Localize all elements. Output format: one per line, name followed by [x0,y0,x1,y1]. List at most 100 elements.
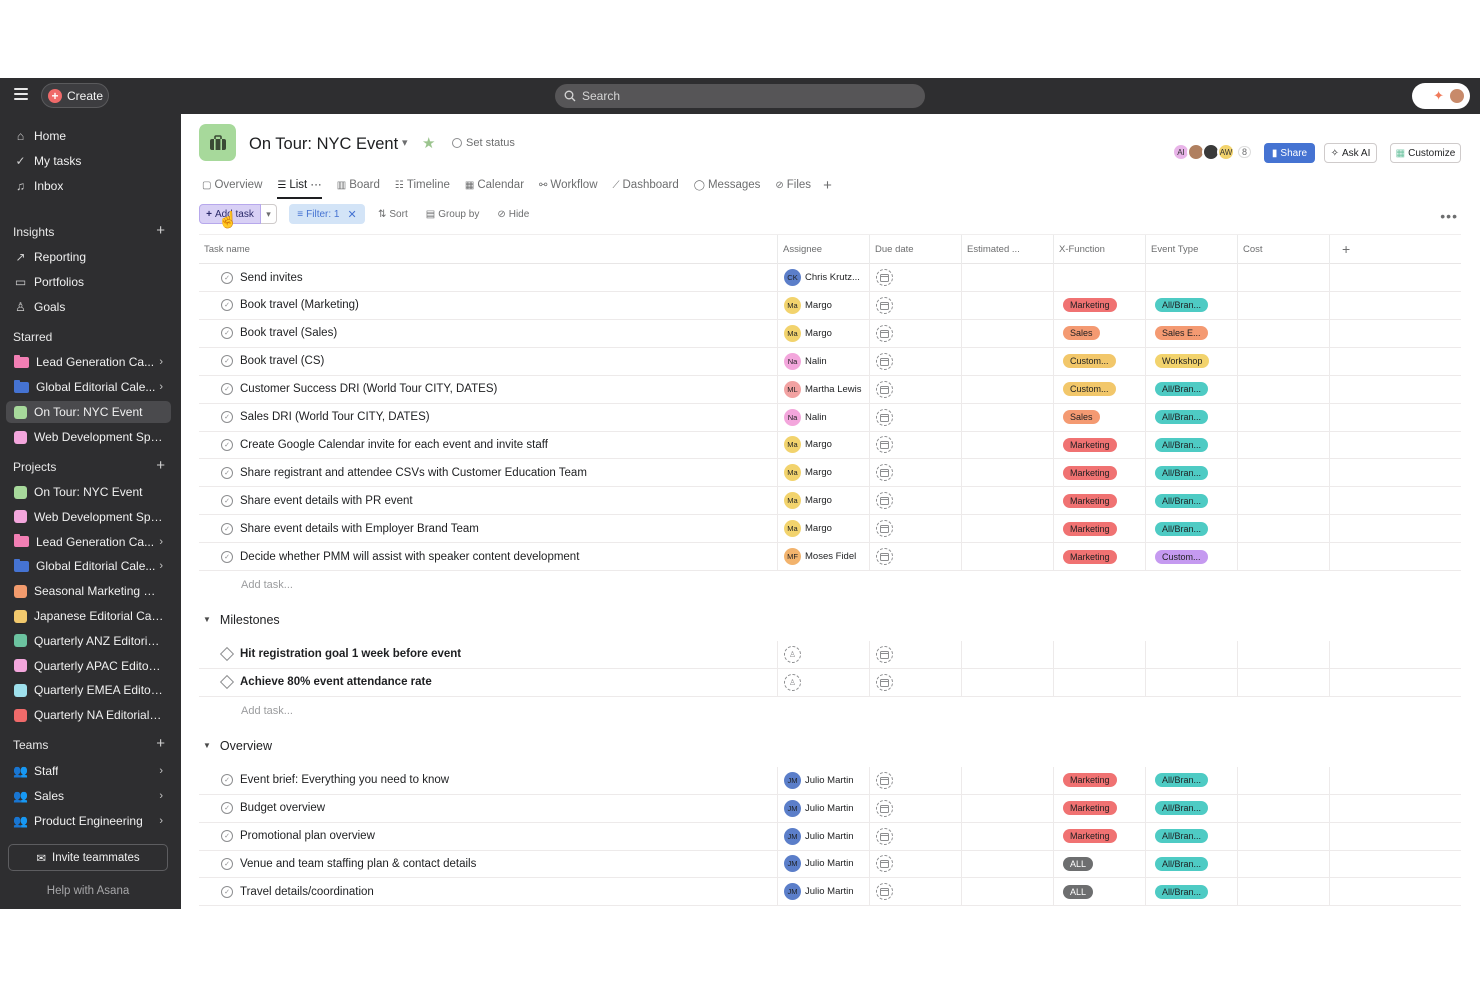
create-button[interactable]: + Create [41,83,109,108]
add-task-dropdown[interactable]: ▾ [261,204,277,224]
x-function-cell[interactable]: Marketing [1054,459,1146,487]
chevron-right-icon[interactable]: › [159,381,163,393]
complete-check-icon[interactable]: ✓ [221,774,233,787]
assignee-cell[interactable]: CK Chris Krutz... [778,264,870,291]
assignee-cell[interactable]: ♙ [778,668,870,696]
x-function-cell[interactable]: Marketing [1054,487,1146,515]
calendar-icon[interactable] [876,799,893,817]
cost-cell[interactable] [1238,431,1330,459]
add-insights-label-icon[interactable]: + [156,222,165,239]
due-date-cell[interactable] [870,431,962,459]
estimated-cell[interactable] [962,668,1054,696]
event-type-cell[interactable]: All/Bran... [1146,766,1238,794]
estimated-cell[interactable] [962,543,1054,570]
x-function-tag[interactable]: Marketing [1063,493,1117,508]
sidebar-item-inbox[interactable]: ♫ Inbox [6,175,171,197]
x-function-tag[interactable]: Marketing [1063,521,1117,536]
complete-check-icon[interactable]: ✓ [221,466,233,479]
tab-timeline[interactable]: ☷ Timeline [395,175,450,195]
table-row[interactable]: ✓ Promotional plan overview JM Julio Martin… [199,822,1461,851]
event-type-cell[interactable]: All/Bran... [1146,850,1238,878]
column-header-event-type[interactable]: Event Type [1146,235,1238,264]
sidebar-item-lead-generation-ca[interactable]: Lead Generation Ca... › [6,531,171,553]
estimated-cell[interactable] [962,347,1054,375]
x-function-cell[interactable]: Marketing [1054,431,1146,459]
sidebar-item-quarterly-emea-editorial[interactable]: Quarterly EMEA Editorial... [6,679,171,701]
cost-cell[interactable] [1238,766,1330,794]
sidebar-item-quarterly-anz-editorial-c[interactable]: Quarterly ANZ Editorial C... [6,630,171,652]
column-header-due-date[interactable]: Due date [870,235,962,264]
estimated-cell[interactable] [962,319,1054,347]
calendar-icon[interactable] [876,855,893,873]
assignee-cell[interactable]: ♙ [778,640,870,668]
complete-check-icon[interactable]: ✓ [221,494,233,507]
ask-ai-button[interactable]: ✧ Ask AI [1324,143,1377,163]
task-name-cell[interactable]: ✓ Travel details/coordination [199,878,778,906]
x-function-cell[interactable]: ALL [1054,850,1146,878]
sidebar-item-lead-generation-ca[interactable]: Lead Generation Ca... › [6,351,171,373]
x-function-tag[interactable]: Marketing [1063,829,1117,843]
event-type-cell[interactable]: All/Bran... [1146,459,1238,487]
table-row[interactable]: ✓ Book travel (Sales) Ma Margo Sales Sales E.… [199,319,1461,348]
x-function-tag[interactable]: ALL [1063,884,1094,899]
task-name-cell[interactable]: ✓ Venue and team staffing plan & contact … [199,850,778,878]
menu-icon[interactable] [14,88,28,102]
x-function-tag[interactable]: ALL [1063,856,1094,871]
task-name-cell[interactable]: ✓ Budget overview [199,794,778,822]
tab-calendar[interactable]: ▦ Calendar [465,175,524,195]
set-status-button[interactable]: Set status [452,137,515,149]
column-header-estimated[interactable]: Estimated ... [962,235,1054,264]
estimated-cell[interactable] [962,766,1054,794]
event-type-cell[interactable]: Sales E... [1146,319,1238,347]
sidebar-item-reporting[interactable]: ↗ Reporting [6,246,171,268]
caret-down-icon[interactable]: ▼ [203,615,211,624]
milestone-icon[interactable] [219,647,235,662]
x-function-cell[interactable] [1054,640,1146,668]
search-input[interactable]: Search [555,84,925,108]
calendar-icon[interactable] [876,464,893,482]
calendar-icon[interactable] [876,548,893,565]
sidebar-item-quarterly-apac-editorial[interactable]: Quarterly APAC Editorial ... [6,655,171,677]
sidebar-item-staff[interactable]: 👥 Staff › [6,760,171,782]
cost-cell[interactable] [1238,543,1330,570]
assignee-cell[interactable]: JM Julio Martin [778,822,870,850]
add-assignee-icon[interactable]: ♙ [784,673,801,691]
x-function-tag[interactable]: Sales [1063,410,1100,424]
table-row[interactable]: ✓ Send invites CK Chris Krutz... [199,264,1461,292]
complete-check-icon[interactable]: ✓ [221,411,233,423]
assignee-cell[interactable]: Ma Margo [778,431,870,459]
x-function-tag[interactable]: Marketing [1063,437,1117,452]
due-date-cell[interactable] [870,878,962,906]
sidebar-item-web-development-sprint[interactable]: Web Development Sprint... [6,426,171,448]
x-function-cell[interactable]: Sales [1054,319,1146,347]
assignee-cell[interactable]: Ma Margo [778,515,870,543]
more-options-icon[interactable]: ••• [1440,208,1458,224]
x-function-cell[interactable]: Marketing [1054,766,1146,794]
tab-overview[interactable]: ▢ Overview [202,175,262,195]
assignee-cell[interactable]: Na Nalin [778,347,870,375]
table-row[interactable]: ✓ Share event details with Employer Brand… [199,515,1461,544]
tab-board[interactable]: ▥ Board [337,175,380,195]
table-row[interactable]: ✓ Decide whether PMM will assist with spe… [199,543,1461,571]
sidebar-item-global-editorial-cale[interactable]: Global Editorial Cale... › [6,555,171,577]
x-function-tag[interactable]: Sales [1063,326,1100,341]
sidebar-item-portfolios[interactable]: ▭ Portfolios [6,271,171,293]
add-projects-label-icon[interactable]: + [156,457,165,474]
x-function-cell[interactable]: Marketing [1054,822,1146,850]
section-header-milestones[interactable]: ▼ Milestones [203,613,280,627]
milestone-icon[interactable] [219,675,235,690]
chevron-right-icon[interactable]: › [159,765,163,777]
chevron-right-icon[interactable]: › [159,536,163,548]
table-row[interactable]: ✓ Create Google Calendar invite for each … [199,431,1461,460]
calendar-icon[interactable] [876,492,893,510]
due-date-cell[interactable] [870,640,962,668]
member-avatars[interactable]: AI AW 8 [1172,143,1252,161]
event-type-tag[interactable]: Custom... [1155,549,1208,564]
estimated-cell[interactable] [962,403,1054,431]
task-name-cell[interactable]: ✓ Promotional plan overview [199,822,778,850]
event-type-cell[interactable]: All/Bran... [1146,878,1238,906]
table-row[interactable]: ✓ Customer Success DRI (World Tour CITY, … [199,375,1461,404]
cost-cell[interactable] [1238,515,1330,543]
event-type-tag[interactable]: All/Bran... [1155,437,1209,452]
complete-check-icon[interactable]: ✓ [221,830,233,842]
